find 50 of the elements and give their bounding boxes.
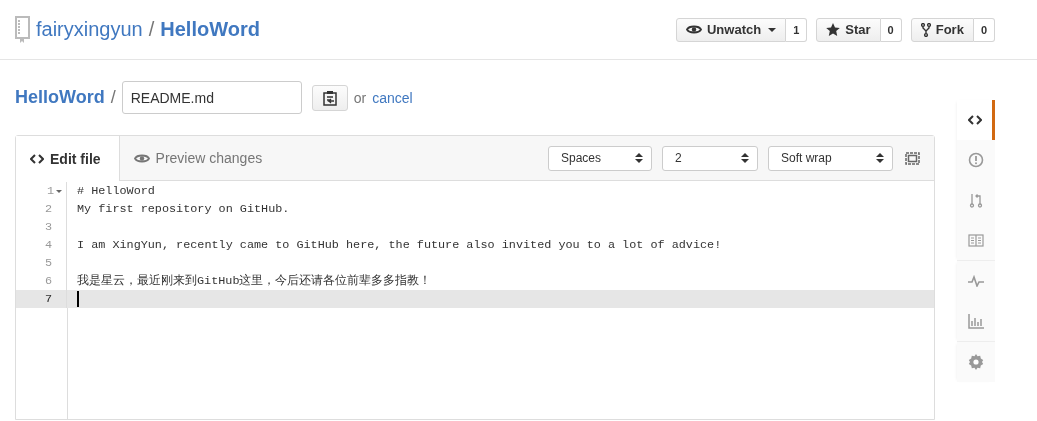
code-line: 我是星云，最近刚来到GitHub这里，今后还请各位前辈多多指教！ bbox=[77, 273, 432, 289]
settings-icon bbox=[968, 354, 984, 370]
line-number: 6 bbox=[44, 274, 52, 288]
editor-tab[interactable]: Preview changes bbox=[119, 136, 281, 180]
cancel-link[interactable]: cancel bbox=[372, 89, 413, 106]
text-cursor bbox=[77, 291, 79, 307]
line-number: 4 bbox=[44, 238, 52, 252]
line-number: 7 bbox=[44, 292, 52, 306]
path-separator: / bbox=[148, 18, 155, 41]
count-badge[interactable]: 1 bbox=[786, 17, 808, 42]
repo-icon bbox=[15, 16, 30, 43]
line-number: 5 bbox=[44, 256, 52, 270]
code-line: # HelloWord bbox=[77, 184, 155, 198]
bar-graph-icon bbox=[968, 313, 984, 329]
filename-field[interactable]: README.md bbox=[121, 81, 302, 114]
line-number: 1 bbox=[46, 184, 54, 198]
fold-caret-icon[interactable] bbox=[56, 189, 62, 193]
fullscreen-icon bbox=[905, 151, 920, 165]
fork-icon bbox=[920, 22, 931, 37]
pulse-icon bbox=[968, 275, 984, 287]
select-field[interactable]: 2 bbox=[662, 145, 758, 171]
code-icon bbox=[967, 115, 982, 125]
eye-icon bbox=[686, 24, 702, 35]
repo-link[interactable]: HelloWord bbox=[15, 87, 105, 108]
line-number: 3 bbox=[44, 220, 52, 234]
editor-tab[interactable]: Edit file bbox=[16, 136, 120, 181]
repo-link[interactable]: HelloWord bbox=[160, 18, 260, 41]
path-separator: / bbox=[110, 87, 116, 108]
fork-button[interactable]: Fork bbox=[910, 17, 974, 42]
caret-icon bbox=[768, 27, 777, 32]
count-badge[interactable]: 0 bbox=[880, 17, 902, 42]
or-text: or bbox=[353, 89, 367, 106]
book-icon bbox=[968, 233, 984, 247]
code-line: My first repository on GitHub. bbox=[77, 202, 290, 216]
line-number: 2 bbox=[44, 202, 52, 216]
star-icon bbox=[826, 23, 841, 36]
star-button[interactable]: Star bbox=[816, 17, 881, 42]
clipboard-icon bbox=[322, 89, 337, 106]
select-field[interactable]: Spaces bbox=[548, 145, 652, 171]
count-badge[interactable]: 0 bbox=[973, 17, 995, 42]
eye-icon bbox=[133, 152, 150, 164]
pull-request-icon bbox=[969, 192, 983, 208]
select-field[interactable]: Soft wrap bbox=[768, 145, 893, 171]
code-line: I am XingYun, recently came to GitHub here, the future also invited you to a lot of advice! bbox=[77, 238, 722, 252]
alert-icon bbox=[968, 152, 984, 168]
clipboard-button[interactable] bbox=[311, 84, 348, 111]
owner-link[interactable]: fairyxingyun bbox=[36, 18, 143, 41]
repo-nav-tab[interactable] bbox=[957, 100, 995, 140]
watch-button[interactable]: Unwatch bbox=[676, 17, 787, 42]
code-icon bbox=[30, 153, 44, 164]
